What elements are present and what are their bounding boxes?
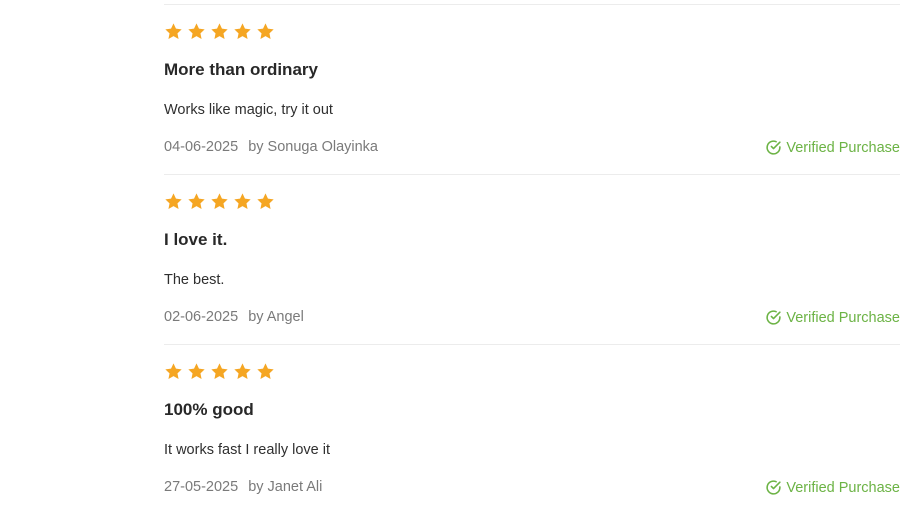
review-title: 100% good [164, 400, 254, 419]
verified-purchase-badge: Verified Purchase [765, 309, 900, 326]
star-icon [256, 22, 275, 41]
review-meta: 27-05-2025 by Janet Ali [164, 479, 322, 495]
star-icon [256, 362, 275, 381]
review-author: by Sonuga Olayinka [248, 139, 378, 155]
star-rating [164, 22, 275, 41]
review-title: More than ordinary [164, 60, 318, 79]
star-icon [187, 362, 206, 381]
verified-label: Verified Purchase [786, 139, 900, 156]
star-icon [210, 192, 229, 211]
star-icon [164, 362, 183, 381]
verified-purchase-badge: Verified Purchase [765, 139, 900, 156]
star-icon [256, 192, 275, 211]
review-date: 27-05-2025 [164, 479, 239, 495]
review-meta: 02-06-2025 by Angel [164, 309, 304, 325]
verified-purchase-badge: Verified Purchase [765, 479, 900, 496]
review-body: It works fast I really love it [164, 442, 330, 458]
star-icon [233, 192, 252, 211]
review-date: 02-06-2025 [164, 309, 239, 325]
review-date: 04-06-2025 [164, 139, 239, 155]
review-author: by Janet Ali [248, 479, 323, 495]
star-icon [233, 22, 252, 41]
review-item: More than ordinary Works like magic, try… [164, 5, 900, 175]
star-icon [164, 192, 183, 211]
star-icon [187, 192, 206, 211]
check-circle-icon [765, 309, 782, 326]
star-icon [187, 22, 206, 41]
star-rating [164, 362, 275, 381]
star-icon [210, 362, 229, 381]
review-body: The best. [164, 272, 225, 288]
star-icon [233, 362, 252, 381]
review-meta: 04-06-2025 by Sonuga Olayinka [164, 139, 378, 155]
star-icon [164, 22, 183, 41]
verified-label: Verified Purchase [786, 479, 900, 496]
star-icon [210, 22, 229, 41]
verified-label: Verified Purchase [786, 309, 900, 326]
review-author: by Angel [248, 309, 304, 325]
check-circle-icon [765, 139, 782, 156]
review-title: I love it. [164, 230, 228, 249]
check-circle-icon [765, 479, 782, 496]
reviews-list: More than ordinary Works like magic, try… [164, 0, 900, 515]
review-body: Works like magic, try it out [164, 102, 333, 118]
review-item: 100% good It works fast I really love it… [164, 345, 900, 515]
star-rating [164, 192, 275, 211]
review-item: I love it. The best. 02-06-2025 by Angel… [164, 175, 900, 345]
